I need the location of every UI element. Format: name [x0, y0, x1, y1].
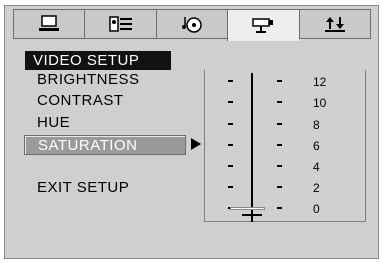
tab-preference[interactable]	[298, 9, 372, 39]
slider-tick	[277, 101, 282, 103]
slider-tick	[277, 123, 282, 125]
tab-general[interactable]	[13, 9, 85, 39]
slider-tick	[277, 144, 282, 146]
saturation-slider-panel[interactable]	[204, 70, 366, 222]
slider-tick	[228, 101, 233, 103]
menu-item-hue[interactable]: HUE	[37, 113, 70, 133]
scale-label: 8	[313, 118, 320, 132]
menu-item-saturation[interactable]: SATURATION	[24, 135, 186, 155]
slider-tick	[228, 165, 233, 167]
slider-handle[interactable]	[230, 207, 265, 210]
slider-tick	[228, 123, 233, 125]
scale-label: 12	[313, 75, 327, 89]
scale-label: 6	[313, 139, 320, 153]
speaker-panel-icon	[108, 16, 132, 32]
tab-audio[interactable]	[155, 9, 228, 39]
slider-track	[251, 73, 253, 215]
video-camera-icon	[252, 17, 274, 33]
scale-label: 2	[313, 181, 320, 195]
slider-tick	[277, 186, 282, 188]
slider-tick	[228, 80, 233, 82]
slider-stem	[251, 214, 253, 222]
scale-label: 4	[313, 160, 320, 174]
scale-label: 10	[313, 96, 327, 110]
menu-item-exit-setup[interactable]: EXIT SETUP	[37, 178, 129, 198]
page-title: VIDEO SETUP	[25, 51, 171, 70]
sort-arrows-icon	[324, 17, 345, 32]
tab-bar	[13, 9, 372, 41]
monitor-icon	[39, 15, 60, 31]
tab-video[interactable]	[227, 9, 299, 41]
music-disc-icon	[182, 17, 202, 33]
slider-tick	[277, 80, 282, 82]
tab-speaker[interactable]	[84, 9, 156, 39]
slider-tick	[228, 186, 233, 188]
submenu-arrow-icon	[191, 138, 201, 150]
slider-tick	[228, 144, 233, 146]
menu-item-brightness[interactable]: BRIGHTNESS	[37, 70, 140, 90]
slider-tick	[277, 165, 282, 167]
menu-item-contrast[interactable]: CONTRAST	[37, 91, 124, 111]
slider-tick	[277, 207, 282, 209]
scale-label: 0	[313, 202, 320, 216]
